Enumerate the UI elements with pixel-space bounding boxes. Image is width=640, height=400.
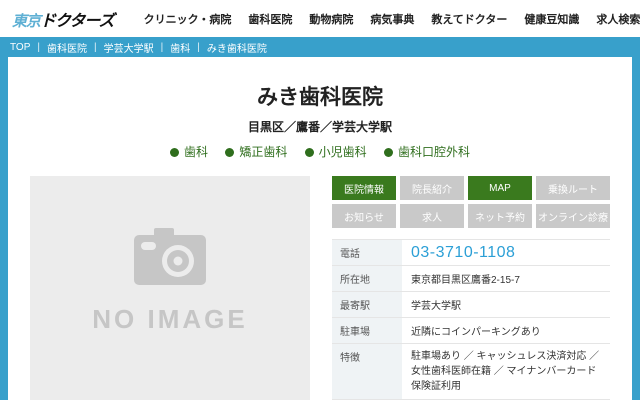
- department-tag-list: 歯科 矯正歯科 小児歯科 歯科口腔外科: [8, 143, 632, 160]
- logo-text-doctors: ドクターズ: [40, 7, 114, 31]
- station-value: 学芸大学駅: [402, 292, 610, 318]
- department-label: 矯正歯科: [239, 145, 287, 159]
- phone-number-link[interactable]: 03-3710-1108: [402, 240, 610, 266]
- camera-icon: [128, 228, 212, 290]
- breadcrumb-station[interactable]: 学芸大学駅: [104, 40, 154, 55]
- nav-item-dental-clinic[interactable]: 歯科医院: [248, 11, 292, 27]
- tab-jobs[interactable]: 求人: [400, 204, 464, 228]
- tab-online-booking[interactable]: ネット予約: [468, 204, 532, 228]
- parking-value: 近隣にコインパーキングあり: [402, 318, 610, 344]
- address-value: 東京都目黒区鷹番2-15-7: [402, 266, 610, 292]
- breadcrumb-separator: |: [94, 42, 97, 53]
- table-row-station: 最寄駅 学芸大学駅: [332, 292, 610, 318]
- nav-item-ask-doctor[interactable]: 教えてドクター: [431, 11, 507, 27]
- clinic-area-text: 目黒区／鷹番／学芸大学駅: [8, 118, 632, 135]
- department-label: 歯科: [184, 145, 208, 159]
- breadcrumb-dental-clinic[interactable]: 歯科医院: [47, 40, 87, 55]
- table-row-parking: 駐車場 近隣にコインパーキングあり: [332, 318, 610, 344]
- tab-transit-route[interactable]: 乗換ルート: [536, 176, 610, 200]
- breadcrumb-department[interactable]: 歯科: [170, 40, 190, 55]
- clinic-info-table: 電話 03-3710-1108 所在地 東京都目黒区鷹番2-15-7 最寄駅 学…: [332, 239, 610, 400]
- page-frame: みき歯科医院 目黒区／鷹番／学芸大学駅 歯科 矯正歯科 小児歯科 歯科口腔外科 …: [0, 57, 640, 400]
- main-content: みき歯科医院 目黒区／鷹番／学芸大学駅 歯科 矯正歯科 小児歯科 歯科口腔外科 …: [8, 57, 632, 400]
- nav-item-disease-dictionary[interactable]: 病気事典: [370, 11, 414, 27]
- features-value: 駐車場あり ／ キャッシュレス決済対応 ／ 女性歯科医師在籍 ／ マイナンバーカ…: [402, 344, 610, 400]
- bullet-dot-icon: [225, 148, 234, 157]
- bullet-dot-icon: [384, 148, 393, 157]
- breadcrumb-top[interactable]: TOP: [10, 42, 30, 53]
- no-image-label: NO IMAGE: [92, 304, 247, 335]
- breadcrumb-current-clinic[interactable]: みき歯科医院: [207, 40, 267, 55]
- clinic-photo-placeholder: NO IMAGE: [30, 176, 310, 400]
- site-logo[interactable]: 東京ドクターズ: [12, 7, 114, 31]
- breadcrumb: TOP | 歯科医院 | 学芸大学駅 | 歯科 | みき歯科医院: [0, 37, 640, 57]
- row-label: 最寄駅: [332, 292, 402, 318]
- table-row-features: 特徴 駐車場あり ／ キャッシュレス決済対応 ／ 女性歯科医師在籍 ／ マイナン…: [332, 344, 610, 400]
- tab-news[interactable]: お知らせ: [332, 204, 396, 228]
- bullet-dot-icon: [170, 148, 179, 157]
- breadcrumb-separator: |: [161, 42, 164, 53]
- clinic-name-heading: みき歯科医院: [8, 81, 632, 111]
- department-tag: 歯科口腔外科: [384, 145, 470, 159]
- site-header: 東京ドクターズ クリニック・病院 歯科医院 動物病院 病気事典 教えてドクター …: [0, 0, 640, 37]
- bullet-dot-icon: [305, 148, 314, 157]
- nav-item-animal-hospital[interactable]: 動物病院: [309, 11, 353, 27]
- department-tag: 小児歯科: [305, 145, 367, 159]
- department-label: 歯科口腔外科: [398, 145, 470, 159]
- row-label: 所在地: [332, 266, 402, 292]
- clinic-tab-buttons: 医院情報 院長紹介 MAP 乗換ルート お知らせ 求人 ネット予約 オンライン診…: [332, 176, 610, 228]
- department-tag: 矯正歯科: [225, 145, 287, 159]
- nav-item-job-search[interactable]: 求人検索: [596, 11, 640, 27]
- tab-director-intro[interactable]: 院長紹介: [400, 176, 464, 200]
- tab-online-consult[interactable]: オンライン診療: [536, 204, 610, 228]
- tab-map[interactable]: MAP: [468, 176, 532, 200]
- nav-item-clinic-hospital[interactable]: クリニック・病院: [144, 11, 232, 27]
- department-label: 小児歯科: [319, 145, 367, 159]
- breadcrumb-separator: |: [37, 42, 40, 53]
- table-row-phone: 電話 03-3710-1108: [332, 240, 610, 266]
- main-nav: クリニック・病院 歯科医院 動物病院 病気事典 教えてドクター 健康豆知識 求人…: [144, 11, 640, 27]
- row-label: 特徴: [332, 344, 402, 400]
- table-row-address: 所在地 東京都目黒区鷹番2-15-7: [332, 266, 610, 292]
- department-tag: 歯科: [170, 145, 208, 159]
- tab-clinic-info[interactable]: 医院情報: [332, 176, 396, 200]
- row-label: 駐車場: [332, 318, 402, 344]
- nav-item-health-tips[interactable]: 健康豆知識: [524, 11, 579, 27]
- breadcrumb-separator: |: [197, 42, 200, 53]
- clinic-detail-panel: 医院情報 院長紹介 MAP 乗換ルート お知らせ 求人 ネット予約 オンライン診…: [332, 176, 610, 400]
- row-label: 電話: [332, 240, 402, 266]
- logo-text-tokyo: 東京: [12, 10, 40, 31]
